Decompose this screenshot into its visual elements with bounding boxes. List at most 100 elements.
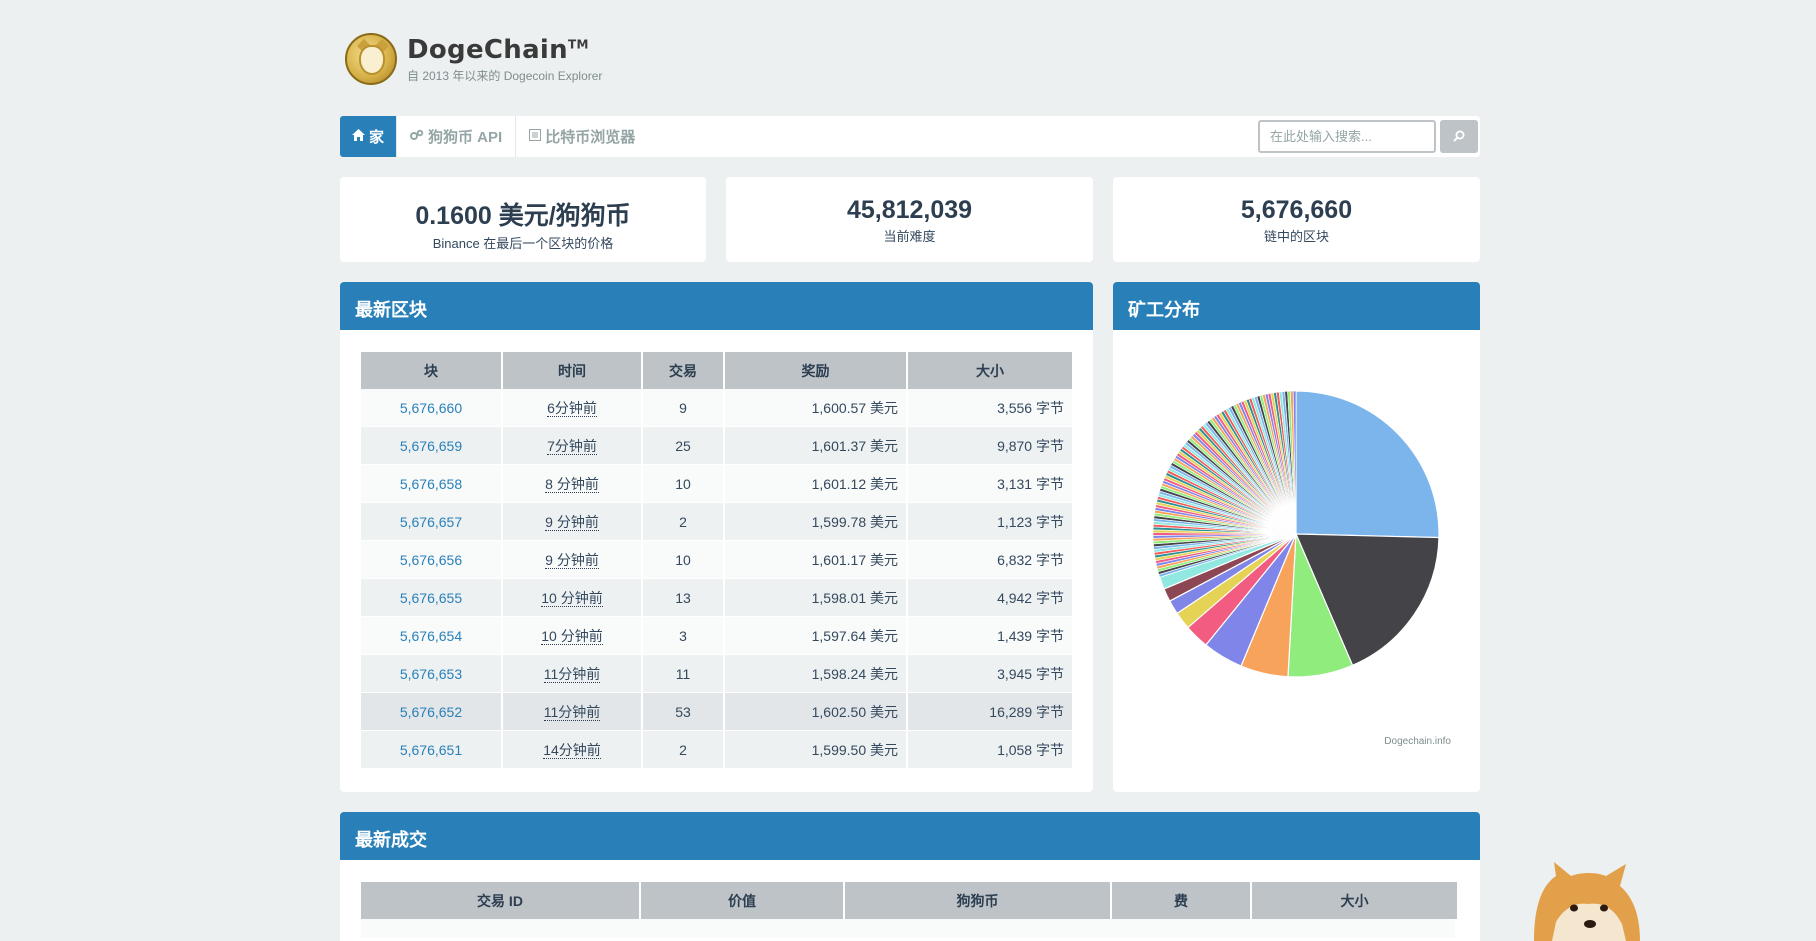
table-row: 5,676,651 14分钟前 2 1,599.50 美元 1,058 字节: [361, 731, 1072, 769]
block-height-link[interactable]: 5,676,656: [361, 541, 503, 579]
block-height-link[interactable]: 5,676,651: [361, 731, 503, 769]
time-ago: 9 分钟前: [545, 551, 599, 569]
nav-home[interactable]: 家: [340, 116, 398, 157]
col-header-size: 大小: [908, 352, 1072, 389]
gears-icon: [410, 129, 424, 144]
latest-blocks-title: 最新区块: [340, 282, 1093, 330]
table-row: 5,676,657 9 分钟前 2 1,599.78 美元 1,123 字节: [361, 503, 1072, 541]
col-header-time: 时间: [503, 352, 643, 389]
search-icon: [1453, 129, 1465, 145]
table-row: 5,676,656 9 分钟前 10 1,601.17 美元 6,832 字节: [361, 541, 1072, 579]
brand[interactable]: DogeChainTM 自 2013 年以来的 Dogecoin Explore…: [345, 31, 602, 87]
stat-blocks-value: 5,676,660: [1240, 196, 1353, 224]
brand-title: DogeChainTM: [407, 34, 589, 65]
col-header-dogecoin: 狗狗币: [845, 882, 1112, 919]
col-header-value: 价值: [641, 882, 845, 919]
search-button[interactable]: [1440, 120, 1478, 153]
col-header-block: 块: [361, 352, 503, 389]
block-tx-count: 53: [643, 693, 725, 731]
block-height-link[interactable]: 5,676,655: [361, 579, 503, 617]
block-height-link[interactable]: 5,676,657: [361, 503, 503, 541]
block-tx-count: 13: [643, 579, 725, 617]
time-ago: 10 分钟前: [541, 589, 603, 607]
block-time: 9 分钟前: [503, 503, 643, 541]
time-ago: 8 分钟前: [545, 475, 599, 493]
block-size: 3,945 字节: [908, 655, 1072, 693]
block-reward: 1,598.24 美元: [725, 655, 908, 693]
block-height-link[interactable]: 5,676,658: [361, 465, 503, 503]
block-reward: 1,598.01 美元: [725, 579, 908, 617]
block-tx-count: 10: [643, 541, 725, 579]
block-size: 9,870 字节: [908, 427, 1072, 465]
block-time: 14分钟前: [503, 731, 643, 769]
stat-blocks-label: 链中的区块: [1263, 229, 1329, 244]
stat-price: 0.1600 美元/狗狗币 Binance 在最后一个区块的价格: [340, 177, 706, 262]
block-size: 1,439 字节: [908, 617, 1072, 655]
block-size: 3,131 字节: [908, 465, 1072, 503]
time-ago: 11分钟前: [543, 703, 601, 721]
list-icon: [529, 129, 542, 144]
miner-distribution-title: 矿工分布: [1113, 282, 1480, 330]
latest-transactions-table: 交易 ID 价值 狗狗币 费 大小: [361, 882, 1457, 939]
table-row: 5,676,655 10 分钟前 13 1,598.01 美元 4,942 字节: [361, 579, 1072, 617]
stat-price-value: 0.1600 美元/狗狗币: [415, 202, 631, 230]
table-row: 5,676,654 10 分钟前 3 1,597.64 美元 1,439 字节: [361, 617, 1072, 655]
block-tx-count: 11: [643, 655, 725, 693]
home-icon: [352, 129, 365, 144]
block-height-link[interactable]: 5,676,660: [361, 389, 503, 427]
block-reward: 1,601.17 美元: [725, 541, 908, 579]
stat-blocks: 5,676,660 链中的区块: [1113, 177, 1480, 262]
stat-difficulty-label: 当前难度: [883, 229, 936, 244]
block-size: 4,942 字节: [908, 579, 1072, 617]
latest-blocks-panel: 最新区块 块 时间 交易 奖励 大小 5,676,660 6分钟前 9 1,600.5…: [340, 282, 1093, 792]
block-time: 7分钟前: [503, 427, 643, 465]
table-row: 5,676,652 11分钟前 53 1,602.50 美元 16,289 字节: [361, 693, 1072, 731]
block-height-link[interactable]: 5,676,659: [361, 427, 503, 465]
block-reward: 1,600.57 美元: [725, 389, 908, 427]
table-row: 5,676,653 11分钟前 11 1,598.24 美元 3,945 字节: [361, 655, 1072, 693]
block-tx-count: 2: [643, 731, 725, 769]
block-reward: 1,597.64 美元: [725, 617, 908, 655]
col-header-tx-size: 大小: [1252, 882, 1457, 919]
latest-transactions-panel: 最新成交 交易 ID 价值 狗狗币 费 大小: [340, 812, 1480, 941]
time-ago: 11分钟前: [543, 665, 601, 683]
block-height-link[interactable]: 5,676,652: [361, 693, 503, 731]
table-row: 5,676,659 7分钟前 25 1,601.37 美元 9,870 字节: [361, 427, 1072, 465]
time-ago: 10 分钟前: [541, 627, 603, 645]
doge-logo-icon: [345, 33, 397, 85]
search-input[interactable]: [1258, 120, 1436, 153]
time-ago: 6分钟前: [547, 399, 597, 417]
block-height-link[interactable]: 5,676,654: [361, 617, 503, 655]
latest-blocks-table: 块 时间 交易 奖励 大小 5,676,660 6分钟前 9 1,600.57 美元 3…: [361, 352, 1072, 769]
block-time: 10 分钟前: [503, 579, 643, 617]
block-reward: 1,599.50 美元: [725, 731, 908, 769]
time-ago: 9 分钟前: [545, 513, 599, 531]
table-row: 5,676,658 8 分钟前 10 1,601.12 美元 3,131 字节: [361, 465, 1072, 503]
block-tx-count: 10: [643, 465, 725, 503]
nav-dogecoin-api-label: 狗狗币 API: [428, 129, 503, 146]
pie-slice[interactable]: [1295, 390, 1440, 539]
block-tx-count: 9: [643, 389, 725, 427]
col-header-tx: 交易: [643, 352, 725, 389]
block-reward: 1,601.37 美元: [725, 427, 908, 465]
nav-bitcoin-explorer[interactable]: 比特币浏览器: [516, 116, 648, 157]
block-time: 9 分钟前: [503, 541, 643, 579]
miner-pie-chart: [1152, 390, 1440, 678]
block-size: 6,832 字节: [908, 541, 1072, 579]
chart-credit[interactable]: Dogechain.info: [1384, 736, 1451, 747]
col-header-reward: 奖励: [725, 352, 908, 389]
block-time: 10 分钟前: [503, 617, 643, 655]
block-height-link[interactable]: 5,676,653: [361, 655, 503, 693]
stat-difficulty-value: 45,812,039: [846, 196, 973, 224]
latest-transactions-title: 最新成交: [340, 812, 1480, 860]
navbar: 家 狗狗币 API 比特币浏览器: [340, 116, 1480, 157]
block-size: 16,289 字节: [908, 693, 1072, 731]
block-time: 8 分钟前: [503, 465, 643, 503]
block-time: 11分钟前: [503, 655, 643, 693]
brand-subtitle: 自 2013 年以来的 Dogecoin Explorer: [407, 68, 603, 83]
col-header-tx-id: 交易 ID: [361, 882, 641, 919]
block-reward: 1,599.78 美元: [725, 503, 908, 541]
block-tx-count: 3: [643, 617, 725, 655]
nav-dogecoin-api[interactable]: 狗狗币 API: [397, 116, 517, 157]
time-ago: 7分钟前: [547, 437, 597, 455]
